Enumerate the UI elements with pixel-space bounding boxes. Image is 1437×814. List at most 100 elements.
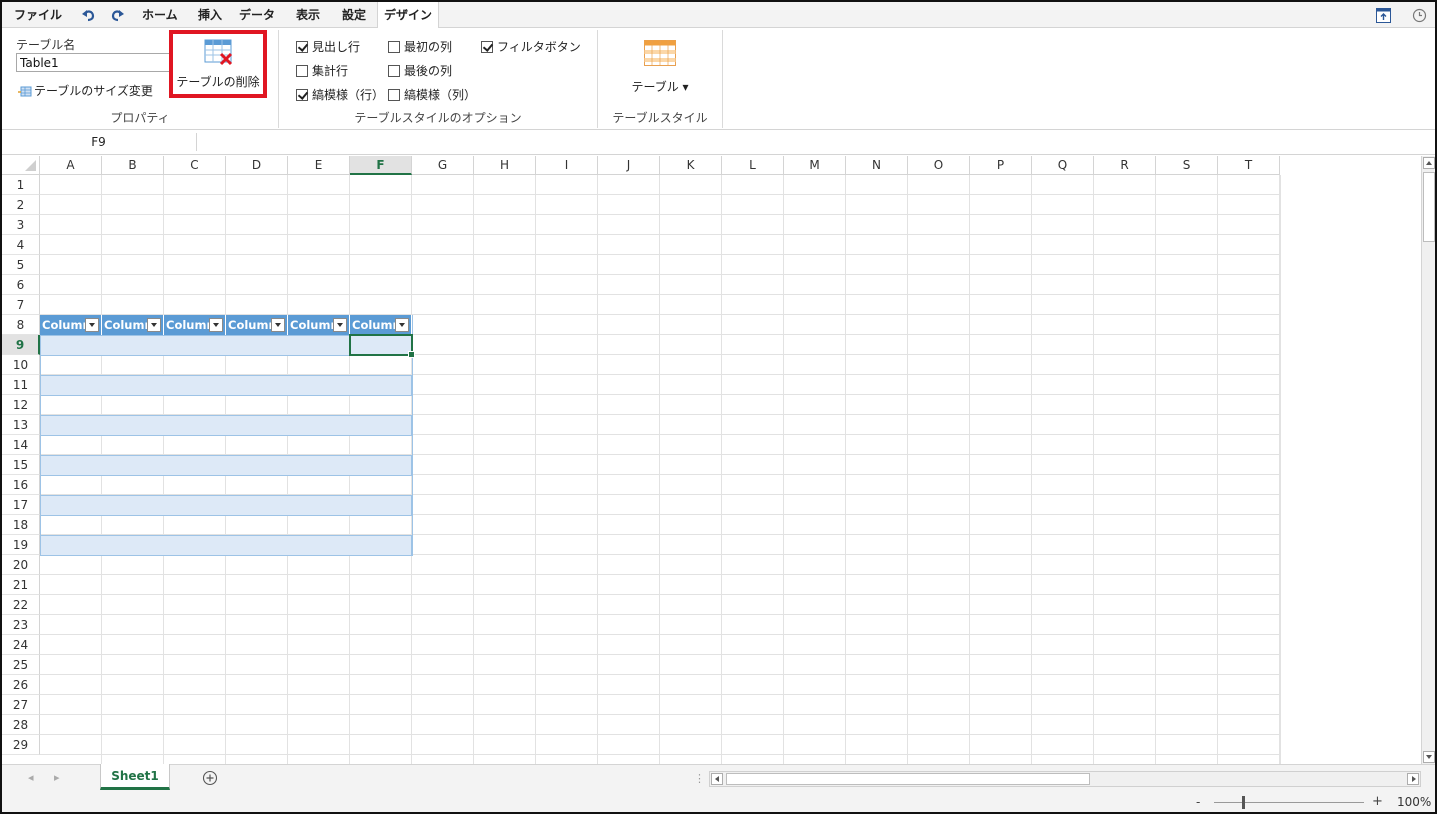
column-header-o[interactable]: O bbox=[908, 156, 970, 175]
column-header-f[interactable]: F bbox=[350, 156, 412, 175]
row-header-16[interactable]: 16 bbox=[2, 475, 40, 495]
row-header-8[interactable]: 8 bbox=[2, 315, 40, 335]
row-header-14[interactable]: 14 bbox=[2, 435, 40, 455]
filter-dropdown-icon[interactable] bbox=[271, 318, 285, 332]
redo-icon[interactable] bbox=[110, 9, 124, 22]
option-last-column[interactable]: 最後の列 bbox=[388, 63, 452, 79]
undo-icon[interactable] bbox=[82, 9, 96, 22]
zoom-slider-track[interactable] bbox=[1214, 802, 1364, 803]
row-header-26[interactable]: 26 bbox=[2, 675, 40, 695]
filter-dropdown-icon[interactable] bbox=[147, 318, 161, 332]
filter-dropdown-icon[interactable] bbox=[85, 318, 99, 332]
table-header-cell[interactable]: Column1 bbox=[40, 315, 102, 335]
column-header-d[interactable]: D bbox=[226, 156, 288, 175]
table-header-cell[interactable]: Column3 bbox=[164, 315, 226, 335]
row-header-2[interactable]: 2 bbox=[2, 195, 40, 215]
tab-next-icon[interactable]: ▸ bbox=[54, 771, 60, 784]
spreadsheet-grid[interactable]: A B C D E F G H I J K L M N O P Q R S T 1 2 3 4 5 6 7 8 9 10 11 12 13 14 1… bbox=[2, 156, 1421, 764]
zoom-out-button[interactable]: - bbox=[1196, 795, 1200, 809]
splitter-handle-icon[interactable]: ⋮ bbox=[694, 772, 705, 785]
row-header-15[interactable]: 15 bbox=[2, 455, 40, 475]
filter-button-checkbox[interactable] bbox=[481, 41, 493, 53]
row-header-24[interactable]: 24 bbox=[2, 635, 40, 655]
delete-table-button[interactable]: テーブルの削除 bbox=[169, 30, 267, 98]
row-header-10[interactable]: 10 bbox=[2, 355, 40, 375]
column-header-s[interactable]: S bbox=[1156, 156, 1218, 175]
option-header-row[interactable]: 見出し行 bbox=[296, 39, 360, 55]
row-header-21[interactable]: 21 bbox=[2, 575, 40, 595]
column-header-k[interactable]: K bbox=[660, 156, 722, 175]
row-header-12[interactable]: 12 bbox=[2, 395, 40, 415]
option-filter-button[interactable]: フィルタボタン bbox=[481, 39, 581, 55]
row-header-4[interactable]: 4 bbox=[2, 235, 40, 255]
row-header-18[interactable]: 18 bbox=[2, 515, 40, 535]
plus-circle-icon[interactable] bbox=[202, 770, 218, 786]
row-header-19[interactable]: 19 bbox=[2, 535, 40, 555]
scroll-right-button[interactable] bbox=[1407, 773, 1419, 785]
option-banded-rows[interactable]: 縞模様（行） bbox=[296, 87, 384, 103]
menu-settings[interactable]: 設定 bbox=[336, 2, 372, 28]
menu-data[interactable]: データ bbox=[233, 2, 281, 28]
total-row-checkbox[interactable] bbox=[296, 65, 308, 77]
zoom-in-button[interactable]: + bbox=[1372, 794, 1383, 809]
menu-insert[interactable]: 挿入 bbox=[192, 2, 228, 28]
header-row-checkbox[interactable] bbox=[296, 41, 308, 53]
vertical-scrollbar[interactable] bbox=[1421, 156, 1435, 764]
row-header-13[interactable]: 13 bbox=[2, 415, 40, 435]
name-box[interactable]: F9 bbox=[2, 130, 195, 154]
active-cell[interactable] bbox=[349, 334, 415, 358]
last-column-checkbox[interactable] bbox=[388, 65, 400, 77]
table-header-cell[interactable]: Column2 bbox=[102, 315, 164, 335]
filter-dropdown-icon[interactable] bbox=[333, 318, 347, 332]
column-header-e[interactable]: E bbox=[288, 156, 350, 175]
row-header-3[interactable]: 3 bbox=[2, 215, 40, 235]
option-banded-columns[interactable]: 縞模様（列） bbox=[388, 87, 476, 103]
menu-file[interactable]: ファイル bbox=[8, 2, 68, 28]
column-header-m[interactable]: M bbox=[784, 156, 846, 175]
column-header-h[interactable]: H bbox=[474, 156, 536, 175]
row-header-23[interactable]: 23 bbox=[2, 615, 40, 635]
table-header-cell[interactable]: Column4 bbox=[226, 315, 288, 335]
menu-home[interactable]: ホーム bbox=[136, 2, 184, 28]
first-column-checkbox[interactable] bbox=[388, 41, 400, 53]
banded-columns-checkbox[interactable] bbox=[388, 89, 400, 101]
vertical-scroll-thumb[interactable] bbox=[1423, 172, 1435, 242]
row-header-27[interactable]: 27 bbox=[2, 695, 40, 715]
banded-rows-checkbox[interactable] bbox=[296, 89, 308, 101]
column-header-t[interactable]: T bbox=[1218, 156, 1280, 175]
option-first-column[interactable]: 最初の列 bbox=[388, 39, 452, 55]
column-header-i[interactable]: I bbox=[536, 156, 598, 175]
column-header-b[interactable]: B bbox=[102, 156, 164, 175]
row-header-5[interactable]: 5 bbox=[2, 255, 40, 275]
sheet-tab-sheet1[interactable]: Sheet1 bbox=[100, 764, 170, 790]
row-header-9[interactable]: 9 bbox=[2, 335, 40, 355]
row-header-20[interactable]: 20 bbox=[2, 555, 40, 575]
row-header-25[interactable]: 25 bbox=[2, 655, 40, 675]
row-header-6[interactable]: 6 bbox=[2, 275, 40, 295]
row-header-7[interactable]: 7 bbox=[2, 295, 40, 315]
row-header-29[interactable]: 29 bbox=[2, 735, 40, 755]
table-header-cell[interactable]: Column6 bbox=[350, 315, 412, 335]
horizontal-scrollbar[interactable] bbox=[709, 771, 1421, 787]
menu-design[interactable]: デザイン bbox=[377, 2, 440, 29]
clock-icon[interactable] bbox=[1412, 8, 1427, 23]
resize-table-button[interactable]: テーブルのサイズ変更 bbox=[18, 82, 153, 100]
filter-dropdown-icon[interactable] bbox=[395, 318, 409, 332]
column-header-a[interactable]: A bbox=[40, 156, 102, 175]
column-header-r[interactable]: R bbox=[1094, 156, 1156, 175]
zoom-level[interactable]: 100% bbox=[1397, 795, 1431, 809]
column-header-g[interactable]: G bbox=[412, 156, 474, 175]
row-header-17[interactable]: 17 bbox=[2, 495, 40, 515]
select-all-corner[interactable] bbox=[2, 156, 40, 175]
row-header-1[interactable]: 1 bbox=[2, 175, 40, 195]
row-header-22[interactable]: 22 bbox=[2, 595, 40, 615]
column-header-c[interactable]: C bbox=[164, 156, 226, 175]
horizontal-scroll-thumb[interactable] bbox=[726, 773, 1090, 785]
column-header-q[interactable]: Q bbox=[1032, 156, 1094, 175]
column-header-l[interactable]: L bbox=[722, 156, 784, 175]
option-total-row[interactable]: 集計行 bbox=[296, 63, 348, 79]
collapse-ribbon-icon[interactable] bbox=[1376, 8, 1391, 23]
tab-prev-icon[interactable]: ◂ bbox=[28, 771, 34, 784]
row-header-28[interactable]: 28 bbox=[2, 715, 40, 735]
column-header-n[interactable]: N bbox=[846, 156, 908, 175]
